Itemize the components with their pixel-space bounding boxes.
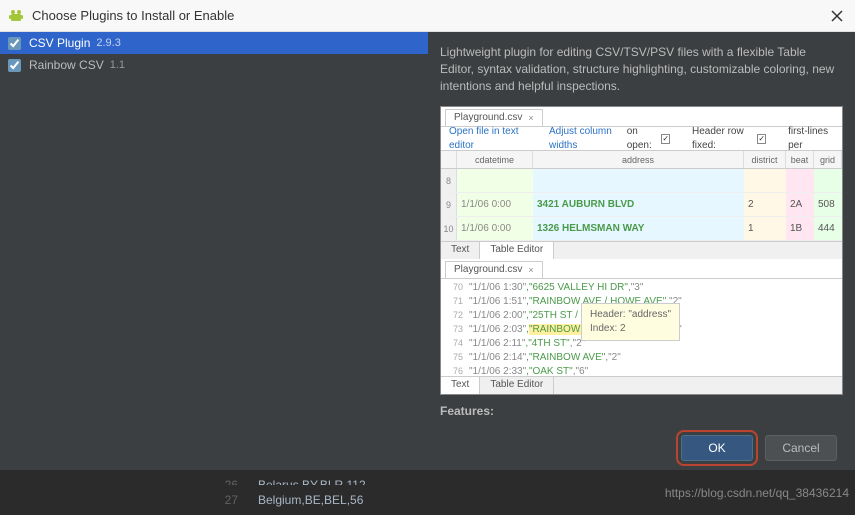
button-bar: OK Cancel — [0, 426, 855, 470]
preview-top: Playground.csv × Open file in text edito… — [441, 107, 842, 259]
tab-table-editor[interactable]: Table Editor — [480, 242, 554, 259]
row-number: 8 — [441, 169, 457, 192]
adjust-widths-link[interactable]: Adjust column widths — [549, 125, 623, 153]
plugin-name: Rainbow CSV — [29, 58, 104, 72]
adjust-widths-option: Adjust column widths on open: ✓ — [549, 125, 670, 153]
plugin-description: Lightweight plugin for editing CSV/TSV/P… — [440, 44, 843, 94]
cell[interactable]: 2 — [744, 193, 786, 216]
plugin-details: Lightweight plugin for editing CSV/TSV/P… — [428, 32, 855, 426]
cell[interactable]: 1326 HELMSMAN WAY — [533, 217, 744, 240]
preview-file-tab-bar: Playground.csv × — [441, 259, 842, 279]
plugin-checkbox[interactable] — [8, 37, 21, 50]
plugin-item-csv[interactable]: CSV Plugin 2.9.3 — [0, 32, 428, 54]
dialog-title: Choose Plugins to Install or Enable — [32, 8, 823, 23]
file-tab-label: Playground.csv — [454, 263, 522, 277]
on-open-label: on open: — [627, 125, 658, 153]
cell[interactable]: 1 — [744, 217, 786, 240]
first-lines-label: first-lines per — [788, 125, 834, 153]
open-in-editor-link[interactable]: Open file in text editor — [449, 125, 527, 153]
tooltip-header: Header: "address" — [590, 308, 671, 322]
tab-table-editor[interactable]: Table Editor — [480, 377, 554, 394]
close-icon[interactable] — [823, 2, 851, 30]
preview-area: Playground.csv × Open file in text edito… — [440, 106, 843, 395]
features-label: Features: — [440, 395, 843, 426]
cell[interactable]: 1/1/06 0:00 — [457, 217, 533, 240]
code-line: 70"1/1/06 1:30","6625 VALLEY HI DR","3" — [441, 281, 842, 295]
close-icon[interactable]: × — [528, 264, 533, 277]
plugin-item-rainbow[interactable]: Rainbow CSV 1.1 — [0, 54, 428, 76]
cancel-button[interactable]: Cancel — [765, 435, 837, 461]
android-icon — [8, 8, 24, 24]
table-row[interactable]: 9 1/1/06 0:00 3421 AUBURN BLVD 2 2A 508 — [441, 193, 842, 217]
line-number: 27 — [0, 493, 258, 507]
code-line: 75"1/1/06 2:14","RAINBOW AVE","2" — [441, 351, 842, 365]
table-header: cdatetime address district beat grid — [441, 151, 842, 169]
cell[interactable]: 3421 AUBURN BLVD — [533, 193, 744, 216]
col-beat[interactable]: beat — [786, 151, 814, 168]
preview-toolbar: Open file in text editor Adjust column w… — [441, 127, 842, 151]
file-tab-label: Playground.csv — [454, 111, 522, 125]
header-fixed-checkbox[interactable]: ✓ — [757, 134, 766, 144]
tab-text[interactable]: Text — [441, 377, 480, 394]
file-tab[interactable]: Playground.csv × — [445, 261, 543, 278]
col-district[interactable]: district — [744, 151, 786, 168]
preview-bottom: Playground.csv × 70"1/1/06 1:30","6625 V… — [441, 259, 842, 394]
ok-button[interactable]: OK — [681, 435, 753, 461]
cell[interactable] — [744, 169, 786, 192]
table-body: 8 9 1/1/06 0:00 3421 AUBURN BLVD 2 — [441, 169, 842, 241]
row-number: 10 — [441, 217, 457, 240]
tab-text[interactable]: Text — [441, 242, 480, 259]
table-row[interactable]: 8 — [441, 169, 842, 193]
cell[interactable] — [457, 169, 533, 192]
plugin-version: 2.9.3 — [96, 37, 120, 49]
cell[interactable]: 2A — [786, 193, 814, 216]
dialog-content: CSV Plugin 2.9.3 Rainbow CSV 1.1 Lightwe… — [0, 32, 855, 426]
cell[interactable]: 1B — [786, 217, 814, 240]
column-tooltip: Header: "address" Index: 2 — [581, 303, 680, 341]
cell[interactable] — [533, 169, 744, 192]
titlebar: Choose Plugins to Install or Enable — [0, 0, 855, 32]
col-datetime[interactable]: cdatetime — [457, 151, 533, 168]
plugin-name: CSV Plugin — [29, 36, 90, 50]
plugin-dialog: Choose Plugins to Install or Enable CSV … — [0, 0, 855, 470]
plugin-list: CSV Plugin 2.9.3 Rainbow CSV 1.1 — [0, 32, 428, 426]
plugin-checkbox[interactable] — [8, 59, 21, 72]
col-grid[interactable]: grid — [814, 151, 842, 168]
col-address[interactable]: address — [533, 151, 744, 168]
cell[interactable]: 508 — [814, 193, 842, 216]
row-number: 9 — [441, 193, 457, 216]
gutter — [441, 151, 457, 168]
tooltip-index: Index: 2 — [590, 322, 671, 336]
cell[interactable]: 444 — [814, 217, 842, 240]
watermark: https://blog.csdn.net/qq_38436214 — [665, 486, 849, 500]
cell[interactable]: 1/1/06 0:00 — [457, 193, 533, 216]
file-tab[interactable]: Playground.csv × — [445, 109, 543, 126]
cell[interactable] — [786, 169, 814, 192]
on-open-checkbox[interactable]: ✓ — [661, 134, 670, 144]
plugin-version: 1.1 — [110, 59, 125, 71]
view-tabs: Text Table Editor — [441, 241, 842, 259]
close-icon[interactable]: × — [528, 112, 533, 125]
table-row[interactable]: 10 1/1/06 0:00 1326 HELMSMAN WAY 1 1B 44… — [441, 217, 842, 241]
view-tabs: Text Table Editor — [441, 376, 842, 394]
header-fixed-option: Header row fixed: ✓ — [692, 125, 766, 153]
code-text: Belgium,BE,BEL,56 — [258, 493, 363, 507]
cell[interactable] — [814, 169, 842, 192]
header-fixed-label: Header row fixed: — [692, 125, 753, 153]
